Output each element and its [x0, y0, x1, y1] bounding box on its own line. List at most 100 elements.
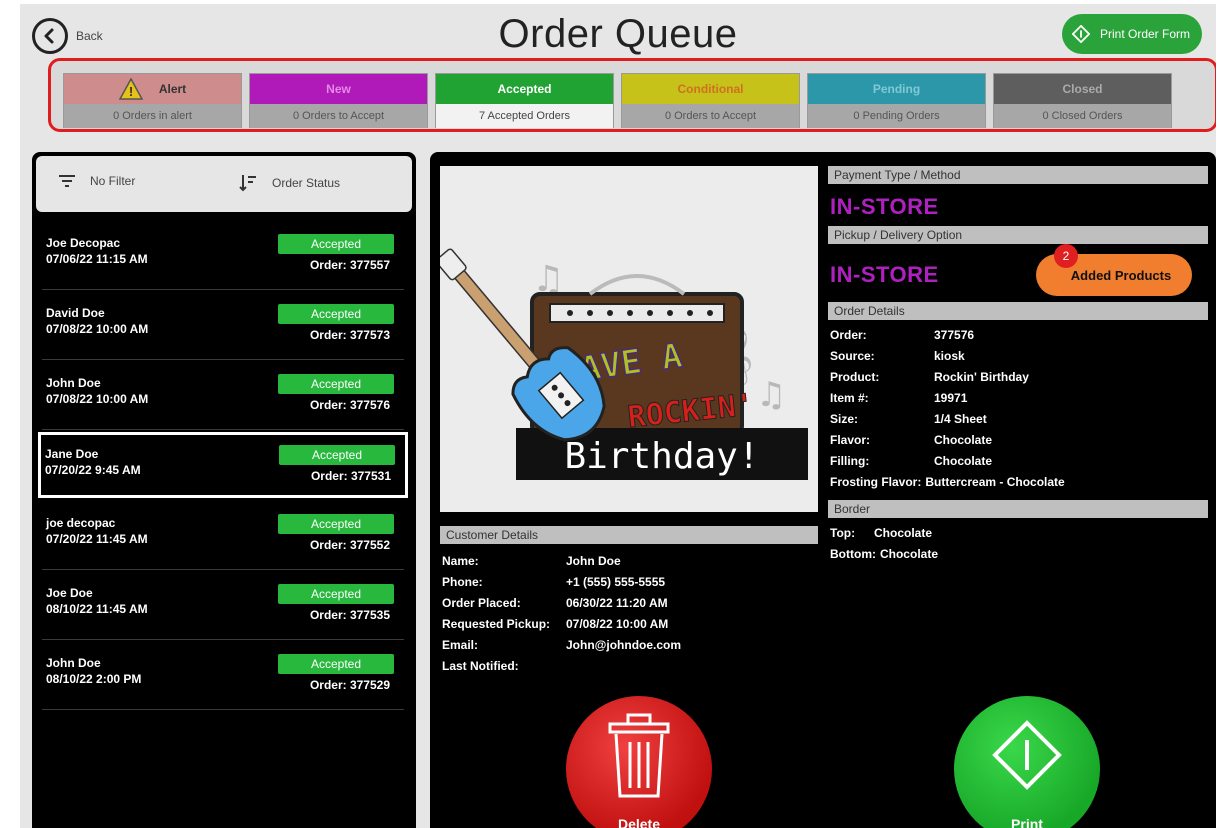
payment-type-header: Payment Type / Method [828, 166, 1208, 184]
tab-new-sub: 0 Orders to Accept [250, 104, 427, 128]
order-detail-panel: ♫ 𝄞 ♫ HAVE A ROCKIN' Birthday! [430, 152, 1216, 828]
border-bottom-row: Bottom: Chocolate [830, 547, 938, 561]
order-details-header: Order Details [828, 302, 1208, 320]
customer-email-value: John@johndoe.com [566, 638, 682, 652]
delete-button[interactable]: Delete [566, 696, 712, 828]
frosting-flavor-row: Frosting Flavor: Buttercream - Chocolate [830, 475, 1065, 489]
svg-text:!: ! [129, 84, 133, 99]
tab-accepted-label: Accepted [436, 74, 613, 104]
print-order-form-label: Print Order Form [1099, 27, 1190, 41]
filter-button[interactable]: No Filter [58, 174, 135, 188]
tab-conditional[interactable]: Conditional 0 Orders to Accept [621, 73, 800, 128]
delete-label: Delete [617, 816, 661, 828]
border-top-row: Top: Chocolate [830, 526, 932, 540]
added-products-label: Added Products [1070, 267, 1172, 283]
order-status-badge: Accepted [278, 304, 394, 324]
customer-requested-pickup-key: Requested Pickup: [442, 617, 551, 631]
status-tab-bar: ! Alert 0 Orders in alert New 0 Orders t… [48, 58, 1216, 132]
order-number: Order: 377576 [309, 398, 390, 412]
cake-text-birthday: Birthday! [564, 436, 759, 477]
tab-accepted-sub: 7 Accepted Orders [436, 104, 613, 128]
tab-alert-sub: 0 Orders in alert [64, 104, 241, 128]
customer-name-key: Name: [442, 554, 479, 568]
order-customer-name: Joe Decopac [46, 236, 121, 250]
border-top-key: Top: [830, 526, 856, 540]
tab-closed-sub: 0 Closed Orders [994, 104, 1171, 128]
added-products-count-badge: 2 [1054, 244, 1078, 268]
customer-order-placed-row: Order Placed: 06/30/22 11:20 AM [442, 596, 668, 610]
order-row[interactable]: John Doe 08/10/22 2:00 PM Accepted Order… [42, 644, 404, 710]
order-row[interactable]: Joe Doe 08/10/22 11:45 AM Accepted Order… [42, 574, 404, 640]
print-diamond-icon [1071, 25, 1090, 43]
print-label: Print [1011, 816, 1043, 828]
cake-design-image: ♫ 𝄞 ♫ HAVE A ROCKIN' Birthday! [440, 166, 818, 512]
tab-accepted[interactable]: Accepted 7 Accepted Orders [435, 73, 614, 128]
order-number: Order: 377557 [309, 258, 390, 272]
order-datetime: 08/10/22 11:45 AM [46, 602, 148, 616]
order-row[interactable]: Joe Decopac 07/06/22 11:15 AM Accepted O… [42, 224, 404, 290]
tab-pending[interactable]: Pending 0 Pending Orders [807, 73, 986, 128]
order-list-panel: No Filter Order Status Joe Decopac 07/06… [32, 152, 416, 828]
customer-requested-pickup-row: Requested Pickup: 07/08/22 10:00 AM [442, 617, 668, 631]
order-customer-name: joe decopac [46, 516, 116, 530]
order-detail-key: Product: [830, 370, 880, 384]
order-number: Order: 377531 [310, 469, 391, 483]
svg-text:♫: ♫ [756, 375, 786, 415]
page-title: Order Queue [498, 12, 738, 56]
customer-requested-pickup-value: 07/08/22 10:00 AM [566, 617, 669, 631]
print-order-form-button[interactable]: Print Order Form [1061, 14, 1202, 54]
tab-conditional-label: Conditional [622, 74, 799, 104]
customer-email-key: Email: [442, 638, 479, 652]
customer-last-notified-row: Last Notified: [442, 659, 566, 673]
sort-label: Order Status [272, 176, 341, 190]
order-customer-name: John Doe [46, 376, 101, 390]
sort-button[interactable]: Order Status [238, 174, 340, 192]
order-number: Order: 377529 [309, 678, 390, 692]
pickup-delivery-header: Pickup / Delivery Option [828, 226, 1208, 244]
customer-email-row: Email: John@johndoe.com [442, 638, 681, 652]
order-detail-key: Item #: [830, 391, 869, 405]
order-customer-name: Jane Doe [45, 447, 99, 461]
tab-closed[interactable]: Closed 0 Closed Orders [993, 73, 1172, 128]
order-detail-row: Source: kiosk [830, 349, 965, 363]
border-top-value: Chocolate [874, 526, 933, 540]
customer-phone-row: Phone: +1 (555) 555-5555 [442, 575, 665, 589]
order-detail-key: Source: [830, 349, 875, 363]
tab-conditional-sub: 0 Orders to Accept [622, 104, 799, 128]
order-detail-key: Filling: [830, 454, 870, 468]
order-status-badge: Accepted [278, 374, 394, 394]
order-detail-value: Rockin' Birthday [934, 370, 1029, 384]
tab-new-label: New [250, 74, 427, 104]
tab-alert[interactable]: ! Alert 0 Orders in alert [63, 73, 242, 128]
order-customer-name: Joe Doe [46, 586, 93, 600]
order-datetime: 07/06/22 11:15 AM [46, 252, 148, 266]
order-detail-value: 1/4 Sheet [934, 412, 987, 426]
print-button[interactable]: Print [954, 696, 1100, 828]
order-detail-row: Item #: 19971 [830, 391, 967, 405]
tab-pending-sub: 0 Pending Orders [808, 104, 985, 128]
order-row[interactable]: David Doe 07/08/22 10:00 AM Accepted Ord… [42, 294, 404, 360]
order-customer-name: John Doe [46, 656, 101, 670]
order-detail-key: Order: [830, 328, 867, 342]
order-detail-key: Size: [830, 412, 859, 426]
order-customer-name: David Doe [46, 306, 105, 320]
filter-label: No Filter [90, 174, 136, 188]
order-status-badge: Accepted [279, 445, 395, 465]
order-number: Order: 377535 [309, 608, 390, 622]
order-datetime: 08/10/22 2:00 PM [46, 672, 142, 686]
order-number: Order: 377573 [309, 328, 390, 342]
order-detail-row: Filling: Chocolate [830, 454, 992, 468]
order-detail-key: Flavor: [830, 433, 871, 447]
order-row[interactable]: joe decopac 07/20/22 11:45 AM Accepted O… [42, 504, 404, 570]
order-row[interactable]: John Doe 07/08/22 10:00 AM Accepted Orde… [42, 364, 404, 430]
order-detail-row: Flavor: Chocolate [830, 433, 992, 447]
tab-alert-title: ! Alert [64, 74, 241, 104]
tab-new[interactable]: New 0 Orders to Accept [249, 73, 428, 128]
order-row-selected[interactable]: Jane Doe 07/20/22 9:45 AM Accepted Order… [38, 432, 408, 498]
order-number: Order: 377552 [309, 538, 390, 552]
order-status-badge: Accepted [278, 234, 394, 254]
payment-type-value: IN-STORE [830, 194, 939, 219]
border-header: Border [828, 500, 1208, 518]
order-detail-row: Product: Rockin' Birthday [830, 370, 1029, 384]
order-status-badge: Accepted [278, 654, 394, 674]
